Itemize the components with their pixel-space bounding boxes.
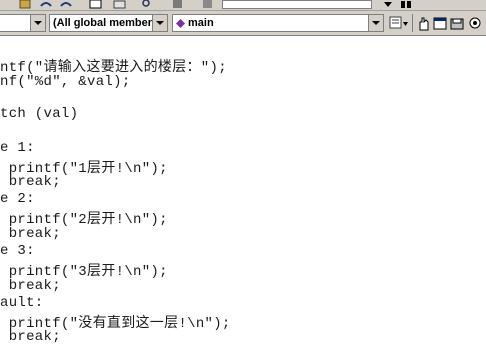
find-combo-arrow-icon[interactable] [380, 0, 396, 9]
code-line: break; [0, 174, 61, 190]
hand-icon[interactable] [416, 16, 431, 31]
members-combo-arrow-icon[interactable] [152, 15, 167, 31]
standard-toolbar [0, 0, 486, 11]
code-line: e 3: [0, 243, 35, 259]
toolbar-edge [0, 0, 16, 9]
function-combo[interactable]: main [172, 14, 384, 32]
code-line: ntf("请输入这要进入的楼层："); [0, 60, 227, 76]
code-line: break; [0, 226, 61, 242]
code-line: printf("3层开!\n"); [0, 264, 168, 280]
members-combo[interactable]: (All global member [49, 14, 168, 32]
compile-icon[interactable] [200, 0, 216, 9]
code-line: nf("%d", &val); [0, 74, 131, 90]
members-combo-value: (All global member [53, 17, 153, 29]
window-icon[interactable] [88, 0, 104, 9]
toolbar-separator [412, 14, 413, 32]
function-combo-value: main [188, 17, 214, 29]
output-icon[interactable] [112, 0, 128, 9]
code-line: printf("2层开!\n"); [0, 212, 168, 228]
breakpoint-icon[interactable] [468, 16, 483, 31]
find-icon[interactable] [140, 0, 156, 9]
redo-icon[interactable] [58, 0, 74, 9]
code-line: e 2: [0, 191, 35, 207]
build-icon[interactable] [170, 0, 186, 9]
save-all-icon[interactable] [450, 16, 465, 31]
code-line: break; [0, 329, 61, 345]
wizard-bar: (All global member main [0, 11, 486, 36]
find-combo[interactable] [222, 0, 372, 9]
code-line: ault: [0, 295, 44, 311]
function-diamond-icon [176, 19, 185, 28]
code-editor[interactable]: ntf("请输入这要进入的楼层："); nf("%d", &val); tch … [0, 36, 486, 364]
code-line: break; [0, 278, 61, 294]
code-line: printf("1层开!\n"); [0, 161, 168, 177]
class-combo-arrow-icon[interactable] [30, 15, 45, 31]
class-combo[interactable] [0, 14, 46, 32]
function-combo-arrow-icon[interactable] [368, 15, 383, 31]
binoculars-icon[interactable] [398, 0, 414, 9]
code-line: printf("没有直到这一层!\n"); [0, 316, 231, 332]
code-line: tch (val) [0, 106, 79, 122]
window-list-icon[interactable] [433, 16, 448, 31]
wizard-action-icon [389, 16, 408, 29]
wizard-action-button[interactable] [388, 14, 410, 32]
undo-icon[interactable] [38, 0, 54, 9]
paste-icon[interactable] [18, 0, 34, 9]
code-line: e 1: [0, 140, 35, 156]
